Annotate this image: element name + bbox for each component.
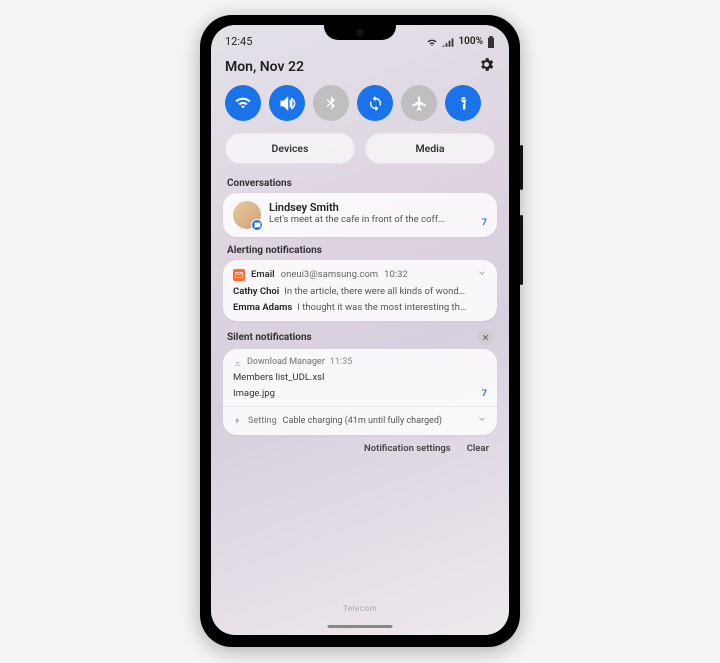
side-button <box>520 145 523 190</box>
sender-name: Lindsey Smith <box>269 201 474 214</box>
flashlight-toggle[interactable] <box>445 85 481 121</box>
wifi-icon <box>426 37 438 47</box>
download-time: 11:35 <box>330 357 352 367</box>
carrier-label: Telecom <box>211 604 509 613</box>
email-header: Email oneui3@samsung.com 10:32 <box>233 268 487 281</box>
bolt-icon <box>233 416 242 425</box>
download-header: Download Manager 11:35 <box>233 357 487 367</box>
media-button[interactable]: Media <box>365 133 495 164</box>
signal-icon <box>442 37 454 47</box>
battery-text: 100% <box>458 36 483 47</box>
email-account: oneui3@samsung.com <box>281 269 378 280</box>
section-alerting: Alerting notifications <box>211 237 509 260</box>
app-name: Email <box>251 269 275 280</box>
notification-settings-button[interactable]: Notification settings <box>364 443 451 454</box>
conversation-notification[interactable]: Lindsey Smith Let's meet at the cafe in … <box>223 193 497 237</box>
download-item: Members list_UDL.xsl <box>233 372 487 383</box>
wifi-toggle[interactable] <box>225 85 261 121</box>
email-time: 10:32 <box>384 269 408 280</box>
messages-app-badge-icon <box>251 219 263 231</box>
bluetooth-toggle[interactable] <box>313 85 349 121</box>
status-icons: 100% <box>426 36 495 48</box>
side-button <box>520 215 523 285</box>
header-row: Mon, Nov 22 <box>211 52 509 83</box>
email-item: Cathy Choi In the article, there were al… <box>233 286 487 297</box>
settings-gear-icon[interactable] <box>478 56 495 77</box>
clear-button[interactable]: Clear <box>467 443 489 454</box>
battery-icon <box>487 36 495 48</box>
panel-buttons: Devices Media <box>211 125 509 170</box>
mail-icon <box>233 269 245 281</box>
avatar <box>233 201 261 229</box>
download-icon <box>233 358 242 367</box>
airplane-toggle[interactable] <box>401 85 437 121</box>
chevron-down-icon[interactable] <box>477 268 487 281</box>
sync-toggle[interactable] <box>357 85 393 121</box>
charging-notification[interactable]: Setting Cable charging (41m until fully … <box>233 407 487 427</box>
app-name: Setting <box>248 416 277 426</box>
message-preview: Let's meet at the cafe in front of the c… <box>269 214 474 225</box>
nav-handle[interactable] <box>328 625 393 628</box>
email-notification[interactable]: Email oneui3@samsung.com 10:32 Cathy Cho… <box>223 260 497 321</box>
notch <box>324 25 396 40</box>
app-name: Download Manager <box>247 357 325 367</box>
charging-text: Cable charging (41m until fully charged) <box>283 416 442 426</box>
quick-toggles <box>211 83 509 125</box>
close-icon[interactable] <box>477 329 493 345</box>
sound-toggle[interactable] <box>269 85 305 121</box>
email-item: Emma Adams I thought it was the most int… <box>233 302 487 313</box>
message-count: 7 <box>482 217 487 229</box>
footer-actions: Notification settings Clear <box>211 435 509 458</box>
clock: 12:45 <box>225 35 252 48</box>
download-item: Image.jpg7 <box>233 388 487 399</box>
screen: 12:45 100% Mon, Nov 22 Devices Medi <box>211 25 509 635</box>
silent-notifications-card[interactable]: Download Manager 11:35 Members list_UDL.… <box>223 349 497 435</box>
section-conversations: Conversations <box>211 170 509 193</box>
devices-button[interactable]: Devices <box>225 133 355 164</box>
chevron-down-icon[interactable] <box>477 414 487 427</box>
section-silent: Silent notifications <box>211 321 509 349</box>
phone-frame: 12:45 100% Mon, Nov 22 Devices Medi <box>200 15 520 647</box>
date-label: Mon, Nov 22 <box>225 59 304 75</box>
